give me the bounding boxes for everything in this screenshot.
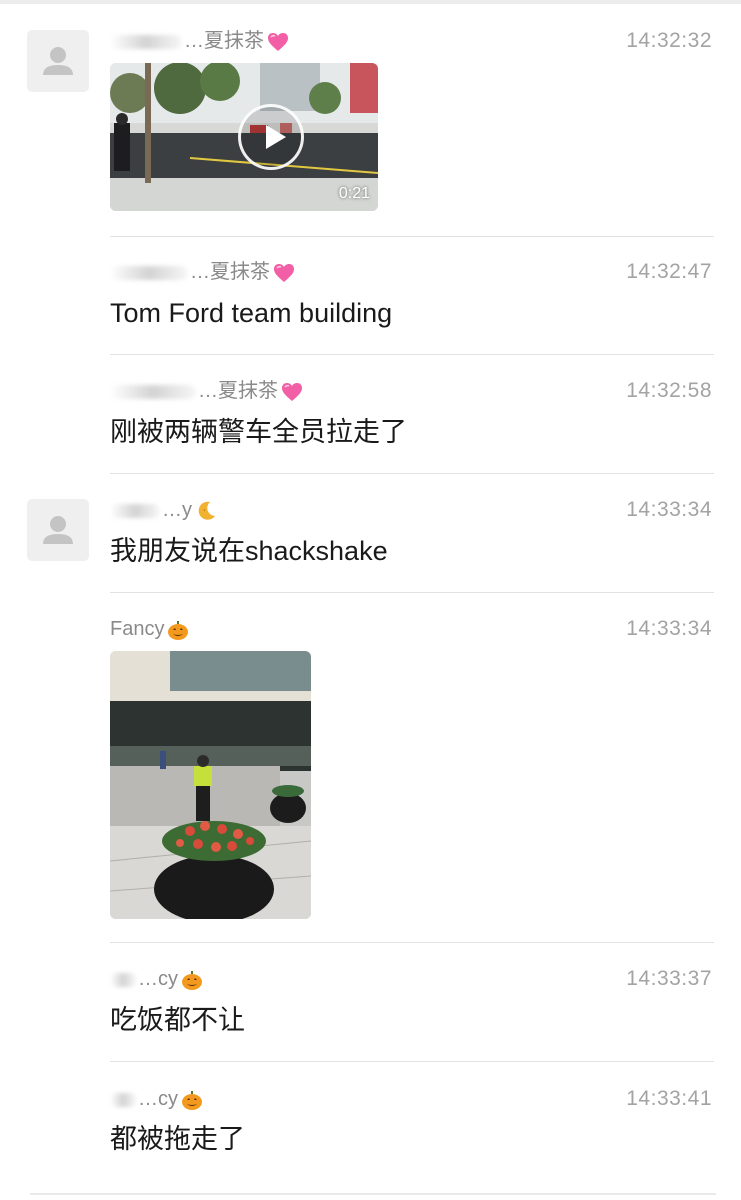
sender-name: …y [110, 497, 218, 523]
message-text[interactable]: 都被拖走了 [110, 1121, 245, 1157]
sender-name: …夏抹茶 [110, 259, 296, 285]
blurred-name [110, 34, 182, 49]
bottom-edge [30, 1193, 716, 1195]
message-time: 14:33:34 [626, 498, 712, 521]
message-time: 14:32:58 [626, 379, 712, 402]
message-time: 14:33:34 [626, 617, 712, 640]
divider [110, 942, 714, 943]
divider [110, 473, 714, 474]
message-text[interactable]: 我朋友说在shackshake [110, 533, 388, 569]
sender-name: …夏抹茶 [110, 28, 290, 54]
blurred-name [110, 265, 188, 280]
pumpkin-icon [182, 970, 202, 990]
message-text[interactable]: Tom Ford team building [110, 295, 392, 331]
message-text[interactable]: 刚被两辆警车全员拉走了 [110, 414, 407, 450]
top-edge [0, 0, 741, 4]
pumpkin-icon [168, 620, 189, 640]
blurred-name [110, 1092, 136, 1107]
divider [110, 236, 714, 237]
avatar[interactable] [27, 499, 89, 561]
image-message[interactable] [110, 651, 311, 919]
default-avatar-icon [43, 516, 73, 544]
message-time: 14:33:41 [626, 1087, 712, 1110]
message-text[interactable]: 吃饭都不让 [110, 1002, 245, 1038]
video-thumbnail[interactable]: 0:21 [110, 63, 378, 211]
pink-heart-icon [282, 382, 302, 401]
message-time: 14:33:37 [626, 967, 712, 990]
video-duration: 0:21 [338, 185, 370, 202]
blurred-name [110, 384, 196, 399]
divider [110, 354, 714, 355]
pink-heart-icon [274, 263, 294, 282]
blurred-name [110, 972, 136, 987]
sender-name: Fancy [110, 616, 190, 642]
photo [110, 651, 311, 919]
divider [110, 592, 714, 593]
crescent-moon-icon [198, 501, 215, 520]
avatar[interactable] [27, 30, 89, 92]
blurred-name [110, 503, 160, 518]
sender-name: …夏抹茶 [110, 378, 304, 404]
message-time: 14:32:47 [626, 260, 712, 283]
pink-heart-icon [268, 32, 288, 51]
sender-name: …cy [110, 966, 204, 992]
play-icon[interactable] [238, 104, 304, 170]
sender-name: …cy [110, 1086, 204, 1112]
default-avatar-icon [43, 47, 73, 75]
pumpkin-icon [182, 1090, 202, 1110]
message-time: 14:32:32 [626, 29, 712, 52]
divider [110, 1061, 714, 1062]
